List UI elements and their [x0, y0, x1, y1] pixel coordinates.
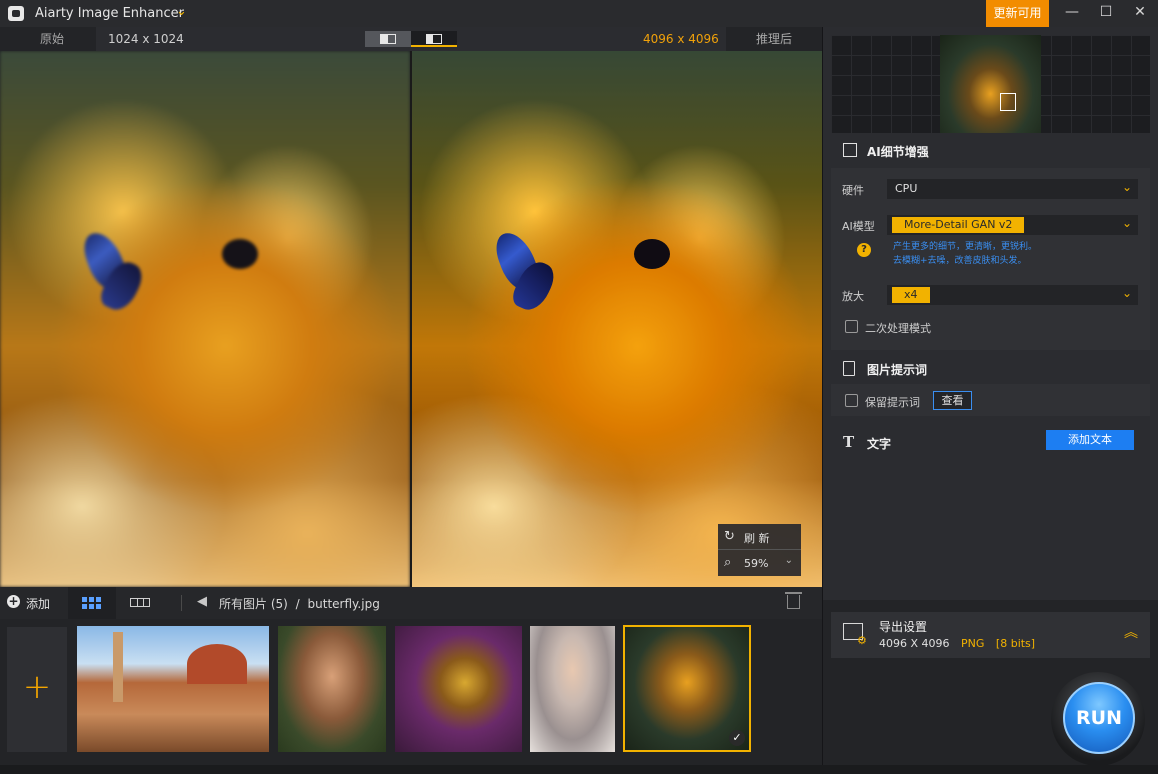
grid-icon [82, 597, 102, 609]
refresh-icon: ↻ [724, 529, 735, 544]
chevron-down-icon: ⌄ [1121, 286, 1132, 300]
close-icon[interactable]: ✕ [1123, 0, 1157, 27]
ai-model-select[interactable]: More-Detail GAN v2 ⌄ [887, 215, 1138, 235]
enhanced-label: 推理后 [726, 27, 822, 51]
original-label: 原始 [0, 27, 96, 51]
export-format: PNG [961, 637, 985, 650]
view-controls: ↻ 刷 新 ⌕ 59% ⌄ [718, 524, 801, 576]
split-view-icon [380, 34, 396, 44]
thumbnail-butterfly-selected[interactable]: ✓ [623, 625, 751, 752]
butterfly-detail [78, 226, 148, 321]
hardware-select[interactable]: CPU ⌄ [887, 179, 1138, 199]
status-bar [0, 765, 1158, 774]
ai-enhance-settings: 硬件 CPU ⌄ AI模型 More-Detail GAN v2 ⌄ ? 产生更… [831, 168, 1150, 350]
enhance-icon [843, 143, 857, 157]
navigator-preview[interactable] [831, 35, 1150, 133]
side-by-side-mode-button[interactable] [365, 31, 411, 47]
export-area: ⚙ 导出设置 4096 X 4096 PNG [8 bits] ︽ RUN [823, 600, 1158, 766]
model-description-2: 去模糊+去噪，改善皮肤和头发。 [893, 256, 1027, 266]
filmstrip-icon [130, 598, 150, 607]
double-chevron-up-icon[interactable]: ︽ [1124, 622, 1138, 642]
enhanced-image [412, 51, 822, 587]
breadcrumb: 所有图片 (5) / butterfly.jpg [219, 595, 380, 612]
divider [181, 595, 182, 611]
bug-detail [634, 239, 670, 269]
text-section-header: T 文字 添加文本 [823, 427, 1158, 457]
hardware-label: 硬件 [842, 184, 864, 197]
app-title: Aiarty Image Enhancer [35, 6, 184, 21]
back-arrow-icon[interactable]: ◀ [197, 594, 207, 609]
scale-label: 放大 [842, 290, 864, 303]
refresh-button[interactable]: ↻ 刷 新 [718, 524, 801, 550]
split-compare-mode-button[interactable] [411, 31, 457, 47]
navigator-image [940, 35, 1041, 133]
model-description-1: 产生更多的细节，更清晰，更锐利。 [893, 242, 1038, 252]
breadcrumb-current-file: butterfly.jpg [307, 597, 380, 611]
chevron-down-icon: ⌄ [784, 555, 793, 566]
app-logo-icon [8, 6, 24, 21]
original-image [0, 51, 410, 587]
add-image-tile[interactable]: + [7, 627, 67, 752]
compare-mode-toggle [365, 31, 457, 47]
zoom-icon: ⌕ [724, 555, 732, 570]
thumbnail-bride-portrait[interactable] [530, 626, 615, 752]
text-icon: T [843, 433, 855, 451]
gallery-toolbar: + 添加 ◀ 所有图片 (5) / butterfly.jpg [0, 587, 822, 619]
view-prompt-button[interactable]: 查看 [933, 391, 972, 410]
breadcrumb-separator: / [295, 597, 300, 611]
chevron-down-icon: ⌄ [1121, 180, 1132, 194]
ai-enhance-section-header: AI细节增强 [823, 135, 1158, 165]
title-bar: Aiarty Image Enhancer ⌄ 更新可用 — ☐ ✕ [0, 0, 1158, 27]
secondary-mode-label: 二次处理模式 [865, 322, 931, 335]
chevron-down-icon: ⌄ [1121, 216, 1132, 230]
enhanced-dimensions: 4096 x 4096 [643, 32, 719, 46]
minimize-icon[interactable]: — [1055, 0, 1089, 27]
thumbnail-yellow-bird[interactable] [395, 626, 522, 752]
gear-icon: ⚙ [857, 634, 867, 647]
export-summary: 4096 X 4096 PNG [8 bits] [879, 637, 1035, 650]
thumbnail-strip: + ✓ [0, 619, 822, 765]
keep-prompt-checkbox[interactable] [845, 394, 858, 407]
navigator-viewport-box[interactable] [1000, 93, 1016, 111]
maximize-icon[interactable]: ☐ [1089, 0, 1123, 27]
export-settings[interactable]: ⚙ 导出设置 4096 X 4096 PNG [8 bits] ︽ [831, 612, 1150, 658]
thumbnail-florence-cathedral[interactable] [77, 626, 269, 752]
document-icon [843, 361, 855, 376]
add-button[interactable]: 添加 [26, 595, 50, 612]
check-icon: ✓ [729, 730, 745, 746]
thumbnail-woman-with-flowers[interactable] [278, 626, 386, 752]
run-button-ring: RUN [1051, 672, 1145, 766]
prompt-section-header: 图片提示词 [823, 353, 1158, 383]
viewer-header: 原始 1024 x 1024 4096 x 4096 推理后 [0, 27, 822, 51]
ai-model-label: AI模型 [842, 220, 875, 233]
bug-detail [222, 239, 258, 269]
export-title: 导出设置 [879, 620, 928, 634]
settings-panel: AI细节增强 硬件 CPU ⌄ AI模型 More-Detail GAN v2 … [823, 27, 1158, 766]
update-available-button[interactable]: 更新可用 [986, 0, 1049, 27]
help-icon[interactable]: ? [857, 243, 871, 257]
breadcrumb-all-images[interactable]: 所有图片 (5) [219, 597, 288, 611]
export-bits: [8 bits] [995, 637, 1036, 650]
keep-prompt-label: 保留提示词 [865, 396, 920, 409]
export-size: 4096 X 4096 [879, 637, 950, 650]
run-button[interactable]: RUN [1063, 682, 1135, 754]
enhanced-image-pane[interactable] [412, 51, 822, 587]
trash-icon[interactable] [785, 592, 802, 609]
prompt-settings: 保留提示词 查看 [831, 384, 1150, 416]
original-image-pane[interactable] [0, 51, 410, 587]
filmstrip-view-button[interactable] [116, 587, 164, 619]
zoom-select[interactable]: ⌕ 59% ⌄ [718, 550, 801, 576]
original-dimensions: 1024 x 1024 [108, 32, 184, 46]
grid-view-button[interactable] [68, 587, 116, 619]
chevron-down-icon[interactable]: ⌄ [176, 4, 187, 19]
scale-select[interactable]: x4 ⌄ [887, 285, 1138, 305]
butterfly-detail [490, 226, 560, 321]
secondary-mode-checkbox[interactable] [845, 320, 858, 333]
add-text-button[interactable]: 添加文本 [1046, 430, 1134, 450]
compare-view-icon [426, 34, 442, 44]
add-icon[interactable]: + [7, 595, 20, 608]
